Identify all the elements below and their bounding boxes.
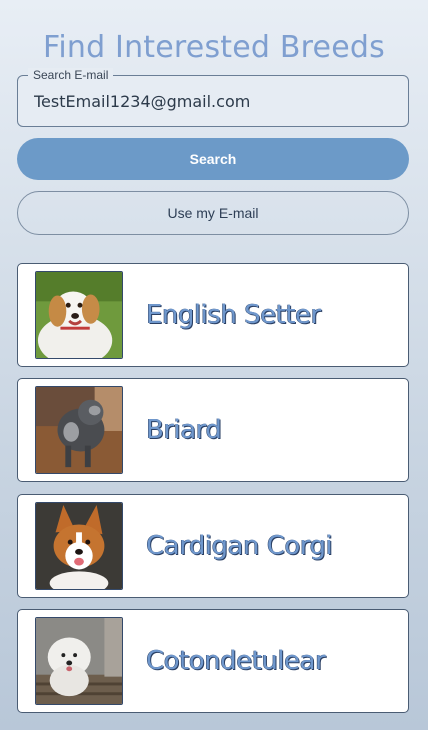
use-my-email-button[interactable]: Use my E-mail xyxy=(17,191,409,235)
breed-name: Briard xyxy=(146,415,222,445)
english-setter-photo xyxy=(35,271,123,359)
breed-card[interactable]: English Setter xyxy=(17,263,409,367)
search-email-field[interactable]: Search E-mail xyxy=(17,68,409,127)
breed-name: Cotondetulear xyxy=(146,646,326,676)
briard-photo xyxy=(35,386,123,474)
breed-card[interactable]: Cardigan Corgi xyxy=(17,494,409,598)
breed-name: Cardigan Corgi xyxy=(146,531,333,561)
page-title: Find Interested Breeds xyxy=(43,30,385,65)
search-email-label: Search E-mail xyxy=(28,68,114,82)
breed-card[interactable]: Cotondetulear xyxy=(17,609,409,713)
breed-card[interactable]: Briard xyxy=(17,378,409,482)
email-input[interactable] xyxy=(34,92,384,111)
breed-name: English Setter xyxy=(146,300,321,330)
search-button[interactable]: Search xyxy=(17,138,409,180)
cardigan-corgi-photo xyxy=(35,502,123,590)
cotondetulear-photo xyxy=(35,617,123,705)
